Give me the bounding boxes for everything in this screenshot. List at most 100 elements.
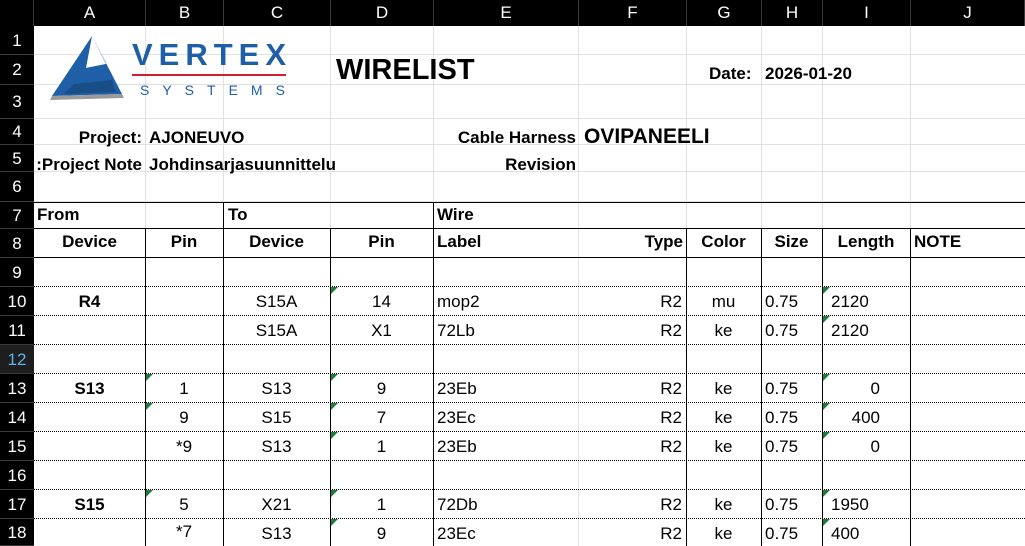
cell-from-device[interactable]: S13: [34, 379, 145, 399]
cell-size[interactable]: 0.75: [765, 408, 798, 428]
cell-color[interactable]: ke: [686, 379, 761, 399]
column-header[interactable]: H: [762, 0, 823, 26]
project-value[interactable]: AJONEUVO: [149, 128, 244, 148]
cell-type[interactable]: R2: [578, 437, 682, 457]
cell-to-pin[interactable]: 9: [330, 524, 433, 544]
select-all-corner[interactable]: [0, 0, 34, 26]
cell-type[interactable]: R2: [578, 292, 682, 312]
cell-to-pin[interactable]: X1: [330, 321, 433, 341]
column-header[interactable]: J: [911, 0, 1025, 26]
cell-from-pin[interactable]: 1: [145, 379, 223, 399]
cell-label[interactable]: 72Db: [437, 495, 478, 515]
table-border: [433, 202, 434, 546]
column-header[interactable]: C: [224, 0, 331, 26]
cell-to-pin[interactable]: 7: [330, 408, 433, 428]
cell-to-device[interactable]: S13: [223, 437, 330, 457]
cell-length[interactable]: 0: [822, 379, 880, 399]
row-header[interactable]: 7: [0, 202, 34, 229]
cell-label[interactable]: 72Lb: [437, 321, 475, 341]
cell-to-device[interactable]: S13: [223, 524, 330, 544]
cell-label[interactable]: 23Ec: [437, 408, 476, 428]
cell-color[interactable]: ke: [686, 408, 761, 428]
row-header[interactable]: 16: [0, 461, 34, 490]
cell-label[interactable]: mop2: [437, 292, 480, 312]
cell-from-device[interactable]: R4: [34, 292, 145, 312]
cell-from-pin[interactable]: 5: [145, 495, 223, 515]
cell-color[interactable]: ke: [686, 321, 761, 341]
cell-label[interactable]: 23Eb: [437, 437, 477, 457]
cell-from-device[interactable]: S15: [34, 495, 145, 515]
row-header[interactable]: 9: [0, 258, 34, 287]
row-header[interactable]: 13: [0, 374, 34, 403]
header-to-device: Device: [249, 232, 304, 251]
column-header[interactable]: B: [146, 0, 224, 26]
table-border: [34, 228, 1025, 229]
cell-type[interactable]: R2: [578, 495, 682, 515]
cell-length[interactable]: 400: [822, 408, 880, 428]
row-header[interactable]: 3: [0, 85, 34, 119]
cell-length[interactable]: 1950: [831, 495, 869, 515]
row-header[interactable]: 1: [0, 26, 34, 55]
sheet-grid[interactable]: VERTEX SYSTEMS WIRELIST Date: 2026-01-20…: [34, 26, 1025, 546]
row-header[interactable]: 15: [0, 432, 34, 461]
column-header[interactable]: I: [823, 0, 911, 26]
cell-label[interactable]: 23Ec: [437, 524, 476, 544]
cell-type[interactable]: R2: [578, 379, 682, 399]
row-header[interactable]: 4: [0, 119, 34, 145]
cell-to-pin[interactable]: 1: [330, 495, 433, 515]
date-value[interactable]: 2026-01-20: [765, 64, 852, 84]
cell-type[interactable]: R2: [578, 321, 682, 341]
cell-color[interactable]: ke: [686, 495, 761, 515]
cell-to-pin[interactable]: 14: [330, 292, 433, 312]
row-header-selected[interactable]: 12: [0, 345, 34, 374]
cell-color[interactable]: ke: [686, 437, 761, 457]
header-length: Length: [837, 232, 895, 251]
row-header[interactable]: 14: [0, 403, 34, 432]
row-header[interactable]: 6: [0, 172, 34, 202]
cell-size[interactable]: 0.75: [765, 379, 798, 399]
row-separator: [34, 286, 1025, 287]
cell-to-device[interactable]: X21: [223, 495, 330, 515]
cell-length[interactable]: 400: [831, 524, 859, 544]
cell-to-device[interactable]: S15A: [223, 321, 330, 341]
row-header[interactable]: 18: [0, 519, 34, 546]
cell-size[interactable]: 0.75: [765, 495, 798, 515]
cell-size[interactable]: 0.75: [765, 321, 798, 341]
cell-from-pin[interactable]: *7: [145, 522, 223, 542]
cell-color[interactable]: ke: [686, 524, 761, 544]
row-header[interactable]: 8: [0, 229, 34, 258]
cell-color[interactable]: mu: [686, 292, 761, 312]
column-header[interactable]: G: [687, 0, 762, 26]
error-indicator-icon: [823, 490, 830, 497]
column-header[interactable]: E: [434, 0, 579, 26]
cell-size[interactable]: 0.75: [765, 292, 798, 312]
cell-to-device[interactable]: S15A: [223, 292, 330, 312]
cell-to-pin[interactable]: 1: [330, 437, 433, 457]
cell-length[interactable]: 2120: [831, 321, 869, 341]
header-to-pin: Pin: [368, 232, 395, 251]
column-header[interactable]: A: [34, 0, 146, 26]
row-header[interactable]: 17: [0, 490, 34, 519]
table-border: [34, 202, 1025, 203]
cell-from-pin[interactable]: *9: [145, 437, 223, 457]
cell-size[interactable]: 0.75: [765, 524, 798, 544]
cell-length[interactable]: 0: [822, 437, 880, 457]
column-header[interactable]: F: [579, 0, 687, 26]
cell-label[interactable]: 23Eb: [437, 379, 477, 399]
cell-to-device[interactable]: S15: [223, 408, 330, 428]
project-note-value[interactable]: Johdinsarjasuunnittelu: [149, 155, 336, 175]
cell-from-pin[interactable]: 9: [145, 408, 223, 428]
cell-to-device[interactable]: S13: [223, 379, 330, 399]
row-separator: [34, 489, 1025, 490]
row-header[interactable]: 2: [0, 55, 34, 85]
row-header[interactable]: 11: [0, 316, 34, 345]
cell-type[interactable]: R2: [578, 524, 682, 544]
cable-harness-value[interactable]: OVIPANEELI: [584, 125, 710, 149]
row-header[interactable]: 10: [0, 287, 34, 316]
cell-size[interactable]: 0.75: [765, 437, 798, 457]
cell-to-pin[interactable]: 9: [330, 379, 433, 399]
column-header[interactable]: D: [331, 0, 434, 26]
cell-length[interactable]: 2120: [831, 292, 869, 312]
row-header[interactable]: 5: [0, 145, 34, 172]
cell-type[interactable]: R2: [578, 408, 682, 428]
